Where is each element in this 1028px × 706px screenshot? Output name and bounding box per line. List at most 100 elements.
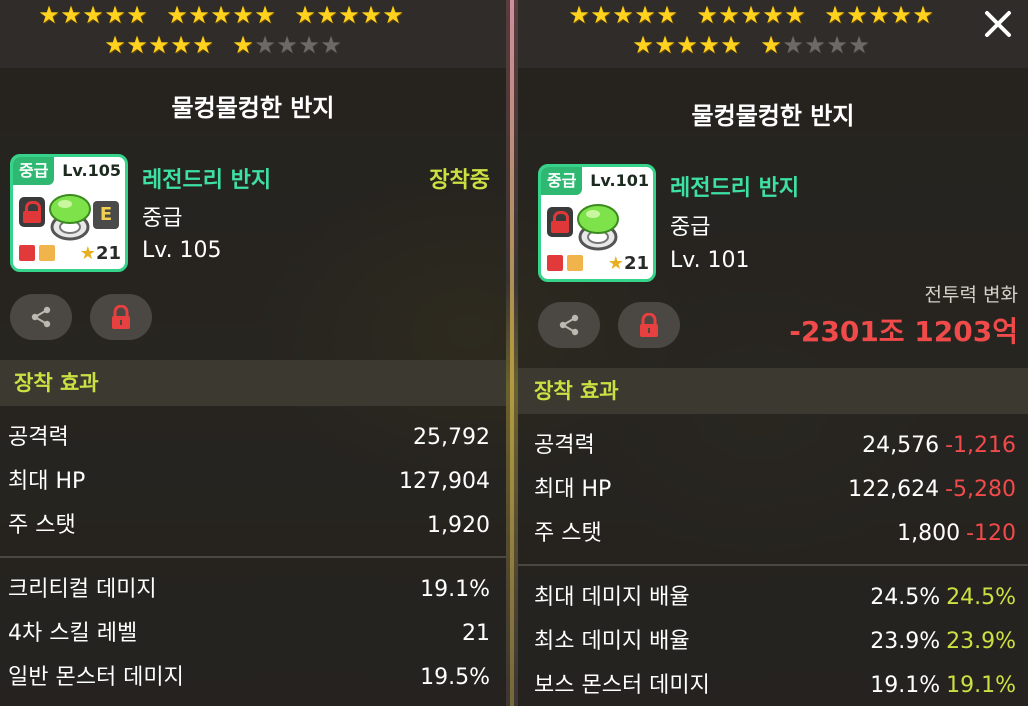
lock-icon (112, 305, 130, 329)
star-row-1: ★ ★ ★ ★ ★ ★ ★ ★ ★ ★ ★ ★ ★ ★ ★ (568, 2, 934, 28)
lock-button[interactable] (90, 294, 152, 340)
stat-row: 4차 스킬 레벨 21 (8, 621, 490, 646)
star-icon: ★ (607, 253, 624, 274)
star-icon: ★ (126, 31, 148, 59)
potential-orange-indicator (567, 255, 583, 271)
empty-star-icon: ★ (782, 31, 804, 59)
item-rarity: 레전드리 반지 (142, 168, 272, 193)
scroll-divider (506, 0, 518, 706)
star-icon: ★ (170, 31, 192, 59)
equipped-item-panel: ★ ★ ★ ★ ★ ★ ★ ★ ★ ★ ★ ★ ★ ★ ★ ★ ★ ★ ★ ★ ★ ★ ★ ★ ★ 물컹물컹한 반지 중… (0, 0, 506, 706)
empty-star-icon: ★ (804, 31, 826, 59)
item-grade: 중급 (142, 206, 183, 231)
empty-star-icon: ★ (276, 31, 298, 59)
item-icon-frame: 중급 Lv.105 E ★21 (10, 154, 128, 272)
star-icon: ★ (104, 1, 126, 29)
star-icon: ★ (38, 1, 60, 29)
item-grade: 중급 (670, 215, 711, 240)
star-icon: ★ (698, 31, 720, 59)
star-force-display: ★ ★ ★ ★ ★ ★ ★ ★ ★ ★ ★ ★ ★ ★ ★ ★ ★ ★ ★ ★ ★ ★ ★ ★ ★ (0, 0, 506, 68)
item-level: Lv. 105 (142, 238, 222, 263)
potential-orange-indicator (39, 245, 55, 261)
star-icon: ★ (60, 1, 82, 29)
empty-star-icon: ★ (848, 31, 870, 59)
stat-row: 주 스탯 1,800 -120 (534, 521, 1016, 546)
star-icon: ★ (79, 243, 96, 264)
star-icon: ★ (188, 1, 210, 29)
star-icon: ★ (382, 1, 404, 29)
stat-diff: 24.5% (946, 585, 1016, 610)
lock-button[interactable] (618, 302, 680, 348)
share-button[interactable] (10, 294, 72, 340)
star-icon: ★ (360, 1, 382, 29)
ring-icon (49, 194, 91, 241)
stat-diff: 23.9% (946, 629, 1016, 654)
stat-diff: -5,280 (945, 477, 1016, 502)
stat-row: 최대 HP 122,624 -5,280 (534, 477, 1016, 502)
star-row-1: ★ ★ ★ ★ ★ ★ ★ ★ ★ ★ ★ ★ ★ ★ ★ (38, 2, 404, 28)
share-icon (31, 306, 51, 328)
star-icon: ★ (634, 1, 656, 29)
lock-icon (19, 197, 45, 227)
compared-item-panel: ★ ★ ★ ★ ★ ★ ★ ★ ★ ★ ★ ★ ★ ★ ★ ★ ★ ★ ★ ★ ★ ★ ★ ★ ★ 물컹물컹한 반지 중… (518, 0, 1028, 706)
star-icon: ★ (166, 1, 188, 29)
potential-red-indicator (547, 255, 563, 271)
star-icon: ★ (568, 1, 590, 29)
star-icon: ★ (696, 1, 718, 29)
item-title: 물컹물컹한 반지 (691, 102, 855, 130)
star-force-display: ★ ★ ★ ★ ★ ★ ★ ★ ★ ★ ★ ★ ★ ★ ★ ★ ★ ★ ★ ★ ★ ★ ★ ★ ★ (518, 0, 1028, 68)
star-icon: ★ (656, 1, 678, 29)
star-icon: ★ (868, 1, 890, 29)
stat-row: 일반 몬스터 데미지 19.5% (8, 665, 490, 690)
star-icon: ★ (654, 31, 676, 59)
stat-diff: 19.1% (946, 673, 1016, 698)
stat-row: 크리티컬 데미지 19.1% (8, 577, 490, 602)
star-icon: ★ (824, 1, 846, 29)
star-icon: ★ (294, 1, 316, 29)
stat-row: 보스 몬스터 데미지 19.1% 19.1% (534, 673, 1016, 698)
empty-star-icon: ★ (826, 31, 848, 59)
enhance-count: ★21 (79, 243, 121, 264)
star-icon: ★ (104, 31, 126, 59)
power-change-value: -2301조 1203억 (789, 315, 1018, 348)
enhance-count: ★21 (607, 253, 649, 274)
star-icon: ★ (720, 31, 742, 59)
item-rarity: 레전드리 반지 (670, 176, 800, 201)
empty-star-icon: ★ (320, 31, 342, 59)
item-icon-frame: 중급 Lv.101 ★21 (538, 164, 656, 282)
level-tag: Lv.105 (62, 161, 121, 180)
star-icon: ★ (676, 31, 698, 59)
star-icon: ★ (612, 1, 634, 29)
star-icon: ★ (846, 1, 868, 29)
star-icon: ★ (740, 1, 762, 29)
star-icon: ★ (912, 1, 934, 29)
share-button[interactable] (538, 302, 600, 348)
stat-row: 최대 데미지 배율 24.5% 24.5% (534, 585, 1016, 610)
star-icon: ★ (762, 1, 784, 29)
star-icon: ★ (254, 1, 276, 29)
equip-effects-header: 장착 효과 (518, 368, 1028, 414)
item-level: Lv. 101 (670, 248, 750, 273)
star-icon: ★ (126, 1, 148, 29)
lock-icon (640, 313, 658, 337)
lock-icon (547, 207, 573, 237)
item-title: 물컹물컹한 반지 (171, 94, 335, 122)
ring-icon (577, 204, 619, 251)
star-icon: ★ (632, 31, 654, 59)
empty-star-icon: ★ (254, 31, 276, 59)
potential-red-indicator (19, 245, 35, 261)
star-icon: ★ (148, 31, 170, 59)
star-icon: ★ (718, 1, 740, 29)
star-icon: ★ (210, 1, 232, 29)
stat-row: 최대 HP 127,904 (8, 469, 490, 494)
divider (518, 564, 1028, 566)
stat-row: 공격력 25,792 (8, 425, 490, 450)
close-icon[interactable] (982, 8, 1014, 40)
divider (0, 556, 506, 558)
star-icon: ★ (232, 1, 254, 29)
star-icon: ★ (316, 1, 338, 29)
star-row-2: ★ ★ ★ ★ ★ ★ ★ ★ ★ ★ (104, 32, 342, 58)
stat-diff: -1,216 (945, 433, 1016, 458)
equip-effects-header: 장착 효과 (0, 360, 506, 406)
star-icon: ★ (338, 1, 360, 29)
